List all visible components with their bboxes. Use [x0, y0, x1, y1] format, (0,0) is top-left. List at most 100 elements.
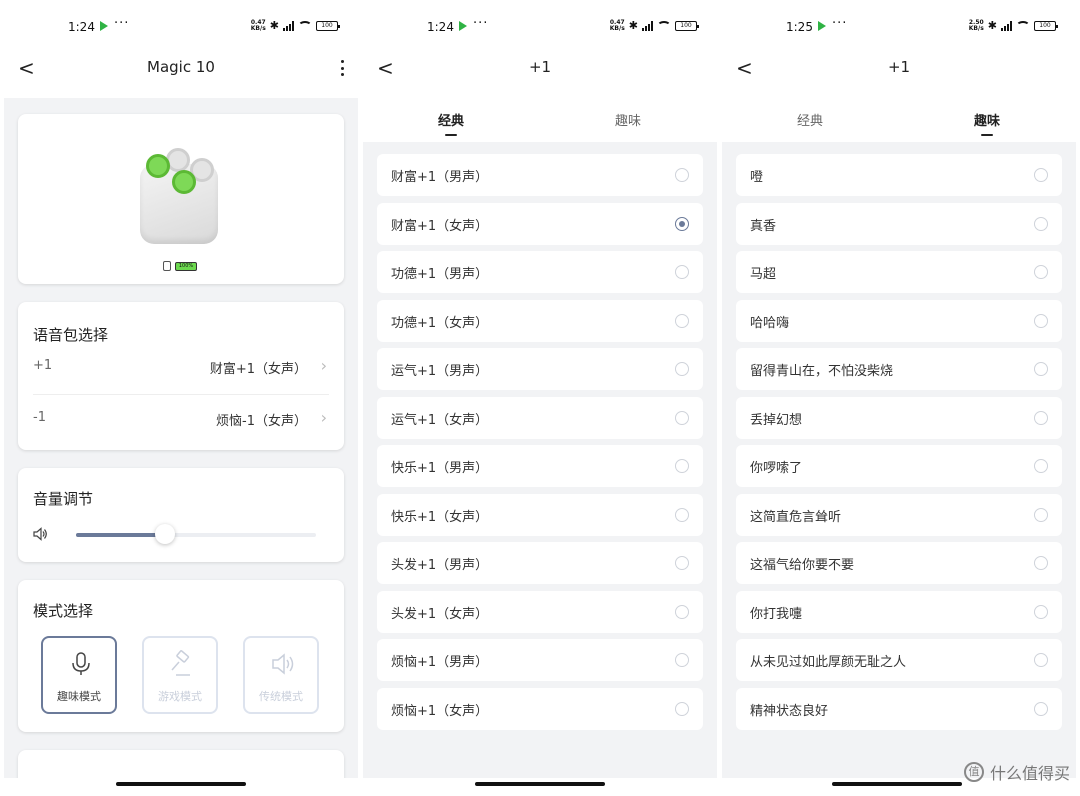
page-title: Magic 10: [147, 58, 215, 76]
sound-option-row[interactable]: 你啰嗦了: [736, 445, 1062, 487]
radio-icon[interactable]: [1034, 313, 1048, 328]
sound-option-row[interactable]: 你打我嚏: [736, 590, 1062, 633]
radio-selected-icon[interactable]: [675, 216, 689, 231]
sound-option-row[interactable]: 功德+1（女声）: [377, 299, 703, 342]
voice-pack-row-minus[interactable]: -1 烦恼-1（女声） ›: [33, 406, 329, 434]
more-notifications-icon: ···: [473, 16, 489, 31]
radio-icon[interactable]: [675, 556, 689, 570]
sound-option-row[interactable]: 烦恼+1（男声）: [377, 639, 703, 681]
sound-option-row[interactable]: 这福气给你要不要: [736, 542, 1062, 584]
sound-option-row[interactable]: 这简直危言耸听: [736, 493, 1062, 536]
sound-option-row[interactable]: 马超: [736, 251, 1062, 293]
sound-option-row[interactable]: 精神状态良好: [736, 687, 1062, 730]
tab-fun[interactable]: 趣味: [568, 110, 688, 129]
sound-list: 财富+1（男声） 财富+1（女声） 功德+1（男声） 功德+1（女声） 运气+1（男声）…: [363, 142, 717, 778]
sound-option-row[interactable]: 头发+1（男声）: [377, 542, 703, 584]
radio-icon[interactable]: [1034, 653, 1048, 667]
tab-classic[interactable]: 经典: [391, 110, 511, 136]
play-store-icon: [459, 21, 467, 31]
sound-option-row[interactable]: 快乐+1（女声）: [377, 493, 703, 536]
radio-icon[interactable]: [1034, 265, 1048, 279]
network-speed: 0.47 KB/s: [250, 18, 266, 32]
home-indicator[interactable]: [475, 782, 605, 786]
divider: [33, 394, 329, 395]
nav-bar: < Magic 10: [4, 50, 358, 86]
sound-option-label: 这福气给你要不要: [750, 558, 855, 573]
volume-slider-thumb[interactable]: [154, 524, 175, 544]
radio-icon[interactable]: [1034, 459, 1048, 473]
radio-icon[interactable]: [675, 507, 689, 522]
radio-icon[interactable]: [1034, 216, 1048, 231]
radio-icon[interactable]: [1034, 556, 1048, 570]
status-icons: 2.50 KB/s ✱ 100: [968, 18, 1058, 32]
chevron-right-icon: ›: [320, 408, 327, 427]
more-vertical-icon[interactable]: [338, 58, 346, 78]
status-time: 1:25: [786, 20, 813, 34]
sound-option-row[interactable]: 财富+1（男声）: [377, 154, 703, 196]
sound-option-row[interactable]: 功德+1（男声）: [377, 251, 703, 293]
radio-icon[interactable]: [675, 410, 689, 425]
sound-option-label: 财富+1（女声）: [391, 218, 489, 234]
battery-icon: 100: [316, 20, 340, 31]
battery-icon: 100: [1034, 20, 1058, 31]
tab-bar: 经典 趣味: [722, 100, 1076, 140]
voice-pack-row-plus[interactable]: +1 财富+1（女声） ›: [33, 354, 329, 382]
mode-fun-button[interactable]: 趣味模式: [41, 636, 117, 714]
sound-option-row[interactable]: 留得青山在，不怕没柴烧: [736, 348, 1062, 390]
sound-option-row[interactable]: 头发+1（女声）: [377, 590, 703, 633]
sound-option-label: 功德+1（男声）: [391, 267, 489, 282]
sound-option-label: 留得青山在，不怕没柴烧: [750, 364, 894, 379]
sound-option-row[interactable]: 噔: [736, 154, 1062, 196]
radio-icon[interactable]: [675, 604, 689, 619]
radio-icon[interactable]: [675, 168, 689, 182]
tab-bar: 经典 趣味: [363, 100, 717, 140]
tab-fun[interactable]: 趣味: [927, 110, 1047, 136]
sound-option-row[interactable]: 丢掉幻想: [736, 396, 1062, 439]
settings-content: 100% 语音包选择 +1 财富+1（女声） › -1 烦恼-1（女声） › 音…: [4, 98, 358, 778]
sound-option-row[interactable]: 快乐+1（男声）: [377, 445, 703, 487]
sound-option-row[interactable]: 财富+1（女声）: [377, 202, 703, 245]
radio-icon[interactable]: [1034, 701, 1048, 716]
mode-game-button[interactable]: 游戏模式: [142, 636, 218, 714]
radio-icon[interactable]: [1034, 362, 1048, 376]
status-time: 1:24: [68, 20, 95, 34]
radio-icon[interactable]: [675, 701, 689, 716]
sound-option-label: 这简直危言耸听: [750, 509, 842, 525]
voice-pack-value: 烦恼-1（女声）: [216, 414, 307, 429]
radio-icon[interactable]: [1034, 410, 1048, 425]
tab-classic[interactable]: 经典: [750, 110, 870, 129]
fun-sound-list-screen: 1:25 ··· 2.50 KB/s ✱ 100 < +1 经典 趣味 噔真香 马超…: [722, 0, 1076, 796]
status-bar: 1:24 ··· 0.47 KB/s ✱ 100: [363, 14, 717, 42]
sound-option-row[interactable]: 真香: [736, 202, 1062, 245]
radio-icon[interactable]: [675, 362, 689, 376]
sound-option-label: 丢掉幻想: [750, 412, 803, 428]
radio-icon[interactable]: [675, 653, 689, 667]
home-indicator[interactable]: [832, 782, 962, 786]
status-icons: 0.47 KB/s ✱ 100: [610, 19, 699, 32]
sound-option-row[interactable]: 运气+1（女声）: [377, 396, 703, 439]
sound-option-label: 从未见过如此厚颜无耻之人: [750, 655, 907, 670]
mode-label: 趣味模式: [57, 690, 101, 703]
radio-icon[interactable]: [675, 265, 689, 279]
status-bar: 1:25 ··· 2.50 KB/s ✱ 100: [722, 14, 1076, 42]
mode-classic-button[interactable]: 传统模式: [243, 636, 319, 714]
sound-option-row[interactable]: 从未见过如此厚颜无耻之人: [736, 639, 1062, 681]
radio-icon[interactable]: [1034, 604, 1048, 619]
voice-pack-card: 语音包选择 +1 财富+1（女声） › -1 烦恼-1（女声） ›: [18, 302, 344, 450]
sound-option-row[interactable]: 烦恼+1（女声）: [377, 687, 703, 730]
wifi-icon: [298, 20, 312, 31]
sound-option-label: 运气+1（女声）: [391, 412, 489, 428]
radio-icon[interactable]: [675, 313, 689, 328]
radio-icon[interactable]: [1034, 507, 1048, 522]
home-indicator[interactable]: [116, 782, 246, 786]
radio-icon[interactable]: [675, 459, 689, 473]
volume-card: 音量调节: [18, 468, 344, 562]
mode-title: 模式选择: [33, 602, 94, 620]
network-speed: 2.50 KB/s: [968, 18, 984, 32]
sound-option-row[interactable]: 哈哈嗨: [736, 299, 1062, 342]
volume-slider[interactable]: [76, 533, 316, 537]
sound-option-label: 运气+1（男声）: [391, 364, 489, 379]
sound-option-row[interactable]: 运气+1（男声）: [377, 348, 703, 390]
radio-icon[interactable]: [1034, 168, 1048, 182]
microphone-icon: [72, 652, 90, 675]
